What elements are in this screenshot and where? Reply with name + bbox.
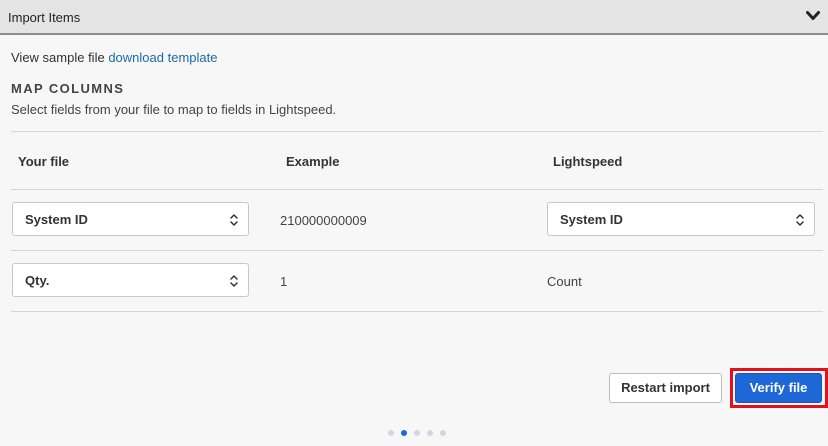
- panel-header[interactable]: Import Items: [0, 0, 828, 35]
- restart-import-button[interactable]: Restart import: [609, 373, 722, 403]
- divider: [11, 131, 823, 132]
- example-value-row-2: 1: [280, 274, 288, 289]
- step-dot: [388, 430, 394, 436]
- chevron-down-icon[interactable]: [806, 10, 820, 22]
- download-template-link[interactable]: download template: [108, 50, 217, 65]
- select-value: System ID: [560, 212, 623, 227]
- step-dot: [414, 430, 420, 436]
- step-dot: [427, 430, 433, 436]
- example-value-row-1: 210000000009: [280, 213, 367, 228]
- divider: [11, 250, 823, 251]
- step-dot: [440, 430, 446, 436]
- column-header-example: Example: [286, 154, 340, 169]
- lightspeed-value-row-2: Count: [547, 274, 582, 289]
- divider: [11, 189, 823, 190]
- your-file-select-row-2[interactable]: Qty.: [12, 263, 249, 297]
- section-title: MAP COLUMNS: [11, 81, 125, 96]
- step-dot-active: [401, 430, 407, 436]
- column-header-lightspeed: Lightspeed: [553, 154, 623, 169]
- divider: [11, 311, 823, 312]
- select-arrows-icon: [796, 214, 804, 226]
- sample-file-line: View sample file download template: [11, 50, 217, 65]
- your-file-select-row-1[interactable]: System ID: [12, 202, 249, 236]
- select-value: System ID: [25, 212, 88, 227]
- select-arrows-icon: [230, 214, 238, 226]
- section-description: Select fields from your file to map to f…: [11, 102, 337, 117]
- column-header-your-file: Your file: [18, 154, 70, 169]
- select-value: Qty.: [25, 273, 50, 288]
- lightspeed-select-row-1[interactable]: System ID: [547, 202, 815, 236]
- verify-file-button[interactable]: Verify file: [735, 373, 822, 403]
- panel-title: Import Items: [8, 10, 81, 25]
- sample-file-prefix: View sample file: [11, 50, 105, 65]
- select-arrows-icon: [230, 275, 238, 287]
